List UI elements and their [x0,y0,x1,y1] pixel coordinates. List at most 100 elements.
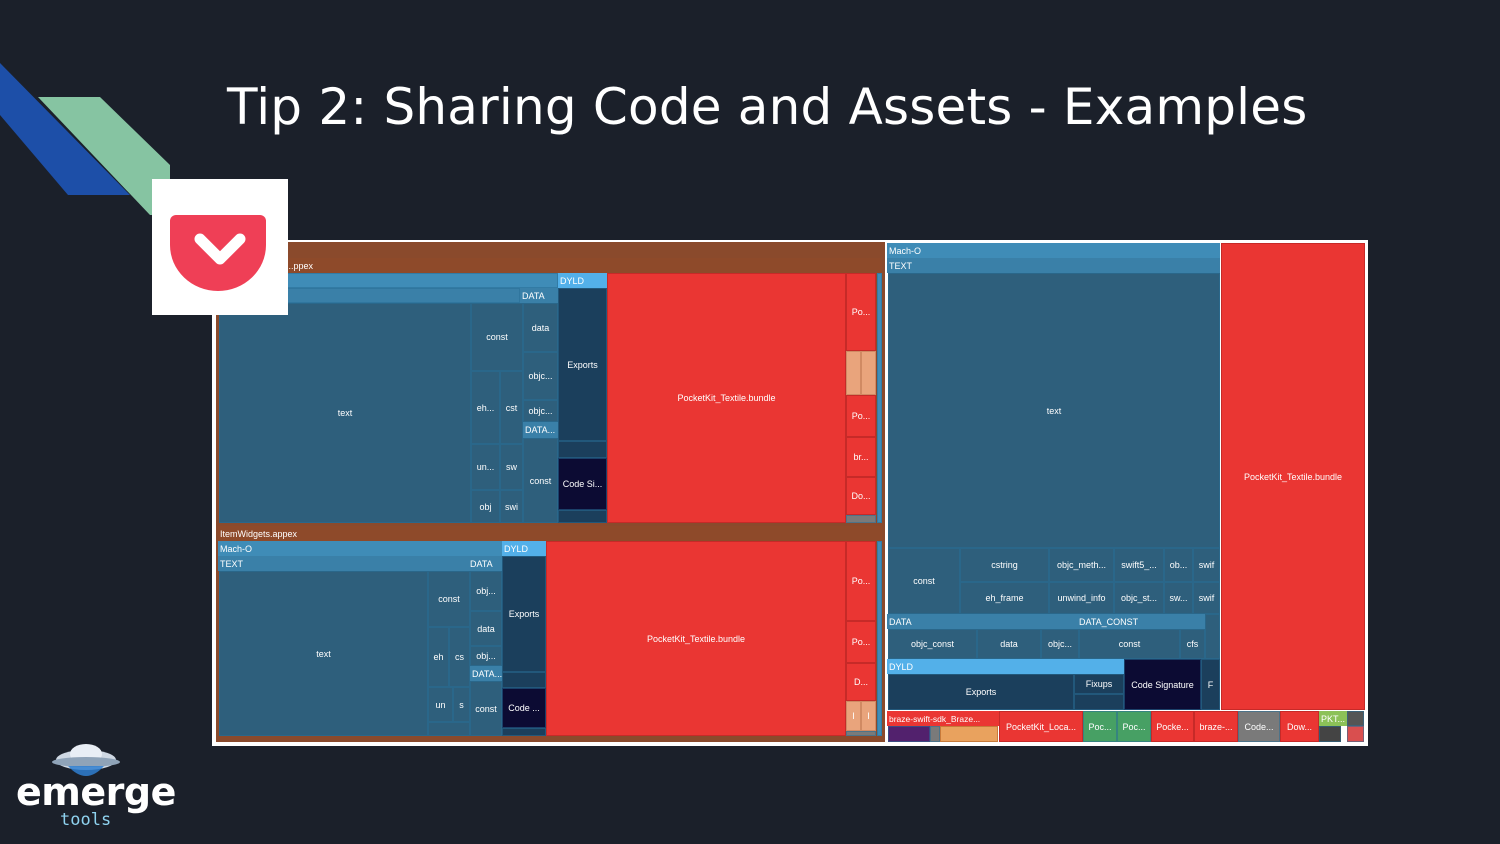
f-segment[interactable]: F [1201,659,1220,710]
exports-segment[interactable]: Exports [558,288,607,441]
pocketkit-localizations[interactable]: PocketKit_Loca... [999,711,1083,742]
exports-segment-2[interactable]: Exports [502,556,546,672]
fixups-segment-2[interactable] [502,672,546,688]
textile-bundle-2[interactable]: PocketKit_Textile.bundle [546,541,846,736]
misc-dark-2[interactable] [1347,711,1364,726]
braze-gray-block[interactable] [930,726,940,742]
swift-segment[interactable]: sw [500,444,523,490]
const-segment-2[interactable]: const [523,438,558,523]
braze-asset-grid[interactable] [940,726,998,742]
pkt-asset[interactable]: PKT... [1319,711,1347,726]
objc-st-segment[interactable]: objc_st... [1114,582,1164,614]
objc-segment-2[interactable]: objc... [523,400,558,422]
text-segment-r[interactable]: text [888,273,1220,548]
mach-o-header-r[interactable]: Mach-O [887,243,1220,258]
data-segment[interactable]: data [523,303,558,352]
dyld-misc-segment-2[interactable] [502,728,546,736]
const-segment-r[interactable]: const [888,548,960,614]
const-segment-3[interactable]: const [428,571,470,627]
pocke-asset[interactable]: Pocke... [1151,711,1194,742]
cstring-segment[interactable]: cstring [960,548,1049,582]
cst-segment[interactable]: cst [500,371,523,444]
code-signature-segment-2[interactable]: Code ... [502,688,546,728]
misc-dark-1[interactable] [1319,726,1341,742]
misc-asset[interactable] [846,515,876,523]
data-segment-r[interactable]: data [977,629,1041,659]
ob-segment[interactable]: ob... [1164,548,1193,582]
text-header-r[interactable]: TEXT [887,258,1220,273]
text-header-2[interactable]: TEXT [218,556,468,571]
cs-segment[interactable]: cs [449,627,470,687]
thin-segment[interactable] [877,273,882,523]
dyld-header-2[interactable]: DYLD [502,541,546,556]
textile-bundle[interactable]: PocketKit_Textile.bundle [607,273,846,523]
braze-sdk-header[interactable]: braze-swift-sdk_Braze... [887,711,999,726]
textile-bundle-r[interactable]: PocketKit_Textile.bundle [1221,243,1365,710]
thin-segment-2[interactable] [877,541,882,736]
data-misc-r[interactable] [1205,614,1220,659]
do-asset[interactable]: Do... [846,477,876,515]
data-const-header-r[interactable]: DATA_CONST [1077,614,1205,629]
dow-asset[interactable]: Dow... [1280,711,1319,742]
appex-header[interactable]: ...ppex [218,258,882,273]
const-segment-4[interactable]: const [470,681,502,736]
text-segment-2[interactable]: text [219,571,428,736]
dyld-misc-r[interactable] [1074,694,1124,710]
asset-peach-2[interactable] [861,351,876,395]
poc-asset-2[interactable]: Poc... [1117,711,1151,742]
swif-segment[interactable]: swif [1193,548,1220,582]
sw-segment[interactable]: sw... [1164,582,1193,614]
objc-methname-segment[interactable]: objc_meth... [1049,548,1114,582]
i-asset-2[interactable]: I [861,701,876,731]
objc-segment-r[interactable]: objc... [1041,629,1079,659]
obj-segment-3[interactable]: obj... [470,646,502,666]
swift5-segment[interactable]: swift5_... [1114,548,1164,582]
data-const-header-2[interactable]: DATA... [470,666,502,681]
braze-asset[interactable]: braze-... [1194,711,1238,742]
misc-asset-2[interactable] [846,731,876,736]
misc-segment[interactable] [428,722,470,736]
text-segment[interactable]: text [219,303,471,523]
eh-segment-2[interactable]: eh [428,627,449,687]
data-header-r[interactable]: DATA [887,614,1077,629]
d-asset[interactable]: D... [846,663,876,701]
eh-segment[interactable]: eh... [471,371,500,444]
eh-frame-segment[interactable]: eh_frame [960,582,1049,614]
code-signature-r[interactable]: Code Signature [1124,659,1201,710]
swif-segment-2[interactable]: swif [1193,582,1220,614]
dyld-misc-segment[interactable] [558,510,607,523]
fixups-segment[interactable] [558,441,607,458]
obj-segment-2[interactable]: obj... [470,571,502,611]
un-segment[interactable]: un [428,687,453,722]
pocket-asset-4[interactable]: Po... [846,621,876,663]
const-segment-r2[interactable]: const [1079,629,1180,659]
s-segment[interactable]: s [453,687,470,722]
poc-asset-1[interactable]: Poc... [1083,711,1117,742]
dyld-header-r[interactable]: DYLD [887,659,1124,674]
data-segment-2[interactable]: data [470,611,502,646]
data-header-2[interactable]: DATA [468,556,502,571]
i-asset-1[interactable]: I [846,701,861,731]
pocket-asset-3[interactable]: Po... [846,541,876,621]
dyld-header[interactable]: DYLD [558,273,607,288]
br-asset[interactable]: br... [846,437,876,477]
const-segment[interactable]: const [471,303,523,371]
cfs-segment[interactable]: cfs [1180,629,1205,659]
code-signature-segment[interactable]: Code Si... [558,458,607,510]
swi-segment[interactable]: swi [500,490,523,523]
objc-segment[interactable]: objc... [523,352,558,400]
objc-const-segment[interactable]: objc_const [888,629,977,659]
item-widgets-header[interactable]: ItemWidgets.appex [218,526,882,541]
data-const-header[interactable]: DATA... [523,422,558,438]
braze-purple-block[interactable] [888,726,930,742]
asset-peach-1[interactable] [846,351,861,395]
exports-segment-r[interactable]: Exports [888,674,1074,710]
unwind-info-segment[interactable]: unwind_info [1049,582,1114,614]
unwind-segment[interactable]: un... [471,444,500,490]
pocket-asset-1[interactable]: Po... [846,273,876,351]
mach-o-header-2[interactable]: Mach-O [218,541,502,556]
misc-red-small[interactable] [1347,726,1364,742]
fixups-segment-r[interactable]: Fixups [1074,674,1124,694]
code-asset[interactable]: Code... [1238,711,1280,742]
obj-segment[interactable]: obj [471,490,500,523]
